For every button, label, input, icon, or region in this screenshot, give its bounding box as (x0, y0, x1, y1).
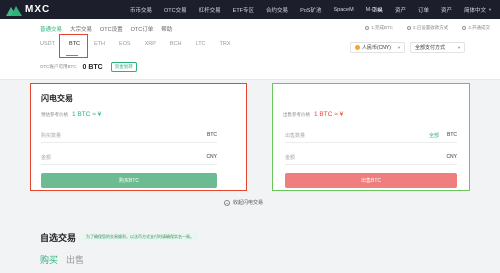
tab-help[interactable]: 帮助 (161, 25, 172, 33)
sell-all-button[interactable]: 全部 (429, 132, 439, 139)
nav-pos-pool[interactable]: PoS矿池 (300, 6, 321, 14)
buy-amount-unit: BTC (207, 132, 217, 138)
sell-total-unit: CNY (446, 154, 457, 160)
sell-panel: 出售参考价格 1 BTC ≈ ¥ 出售数量 全部 BTC 金额 CNY 出售BT… (272, 83, 470, 191)
nav-etf-zone[interactable]: ETF专区 (233, 6, 254, 14)
sell-price-value: 1 BTC ≈ ¥ (314, 111, 344, 118)
nav-account[interactable]: 资产 (441, 6, 452, 14)
tab-buy[interactable]: 购买 (40, 253, 58, 266)
buy-amount-input[interactable]: 购买数量 BTC (41, 128, 217, 143)
buy-amount-placeholder: 购买数量 (41, 132, 62, 139)
coin-tab-eos[interactable]: EOS (119, 41, 131, 47)
chevron-down-icon: ▼ (397, 45, 401, 50)
buy-total-unit: CNY (206, 154, 217, 160)
chevron-up-icon: ︿ (224, 199, 230, 206)
coin-tab-eth[interactable]: ETH (94, 41, 105, 47)
tab-otc-orders[interactable]: OTC订单 (131, 25, 154, 33)
nav-spot-trading[interactable]: 币币交易 (130, 6, 152, 14)
coin-tab-trx[interactable]: TRX (220, 41, 231, 47)
nav-futures-trading[interactable]: 合约交易 (266, 6, 288, 14)
mxc-logo-icon (6, 4, 22, 16)
circle-icon (406, 26, 411, 30)
logo-text: MXC (25, 4, 51, 15)
currency-select[interactable]: 人民币(CNY) ▼ (350, 42, 405, 53)
currency-value: 人民币(CNY) (362, 45, 391, 51)
logo[interactable]: MXC (6, 4, 130, 16)
buy-total-input[interactable]: 金额 CNY (41, 150, 217, 165)
buy-price-label: 预估参考价格 (41, 112, 68, 117)
step-2: 2.已设置收款方式 (406, 25, 448, 31)
buy-total-placeholder: 金额 (41, 154, 52, 161)
otc-balance: OTC账户可用BTC 0 BTC 资金划转 (40, 62, 137, 72)
nav-margin-trading[interactable]: 杠杆交易 (199, 6, 221, 14)
trade-mode-tabs: 普通交易 大宗交易 OTC设置 OTC订单 帮助 (40, 25, 180, 33)
collapse-flash-trade-link[interactable]: ︿ 收起闪电交易 (224, 199, 263, 206)
otc-balance-label: OTC账户可用BTC (40, 64, 77, 69)
otc-header: 普通交易 大宗交易 OTC设置 OTC订单 帮助 1.完成BTC 2.已设置收款… (0, 19, 500, 80)
buy-sell-tabs: 购买 出售 (40, 253, 92, 266)
sell-price-row: 出售参考价格 1 BTC ≈ ¥ (283, 111, 343, 118)
cny-flag-icon (355, 45, 360, 50)
circle-icon (365, 26, 370, 30)
nav-otc-trading[interactable]: OTC交易 (164, 6, 187, 14)
verification-steps: 1.完成BTC 2.已设置收款方式 3.开通成交 (351, 25, 490, 31)
flash-trade-title: 闪电交易 (41, 94, 73, 103)
sell-btc-button[interactable]: 出售BTC (285, 173, 457, 188)
language-label: 简体中文 (464, 7, 487, 14)
coin-tab-ltc[interactable]: LTC (196, 41, 206, 47)
buy-btc-button[interactable]: 购买BTC (41, 173, 217, 188)
buy-panel: 闪电交易 预估参考价格 1 BTC ≈ ¥ 购买数量 BTC 金额 CNY 购买… (30, 83, 247, 191)
tab-bulk-trading[interactable]: 大宗交易 (70, 25, 92, 33)
nav-spacem[interactable]: SpaceM (333, 7, 353, 13)
chevron-down-icon: ▼ (457, 45, 461, 50)
buy-price-value: 1 BTC ≈ ¥ (72, 111, 102, 118)
payment-method-select[interactable]: 全部支付方式 ▼ (410, 42, 465, 53)
nav-assets[interactable]: 资产 (395, 6, 406, 14)
sell-price-label: 出售参考价格 (283, 112, 310, 117)
tab-otc-settings[interactable]: OTC设置 (100, 25, 123, 33)
payment-value: 全部支付方式 (415, 45, 446, 51)
collapse-label: 收起闪电交易 (233, 200, 264, 206)
self-select-title: 自选交易 (40, 233, 77, 243)
tab-sell[interactable]: 出售 (66, 253, 84, 266)
coin-tab-bch[interactable]: BCH (170, 41, 182, 47)
selected-coin-underline (66, 55, 78, 56)
sell-amount-input[interactable]: 出售数量 全部 BTC (285, 128, 457, 143)
coin-tab-usdt[interactable]: USDT (40, 41, 55, 47)
nav-orders[interactable]: 订单 (418, 6, 429, 14)
sell-amount-placeholder: 出售数量 (285, 132, 306, 139)
circle-icon (462, 26, 467, 30)
transfer-funds-button[interactable]: 资金划转 (110, 62, 137, 72)
language-selector[interactable]: 简体中文 ▼ (464, 6, 492, 14)
step-3: 3.开通成交 (462, 25, 490, 31)
tab-normal-trading[interactable]: 普通交易 (40, 25, 62, 33)
otc-balance-value: 0 BTC (82, 63, 103, 71)
chevron-down-icon: ▼ (488, 7, 492, 12)
sell-total-placeholder: 金额 (285, 154, 296, 161)
coin-tab-xrp[interactable]: XRP (145, 41, 156, 47)
sell-total-input[interactable]: 金额 CNY (285, 150, 457, 165)
self-select-tip: 为了确保您的交易顺利，以法币方式支付时请确保实名一致。 (82, 233, 198, 241)
step-1: 1.完成BTC (365, 25, 393, 31)
sell-amount-unit: BTC (447, 132, 457, 138)
nav-tools[interactable]: 工具 (372, 6, 383, 14)
top-navigation: MXC 币币交易 OTC交易 杠杆交易 ETF专区 合约交易 PoS矿池 Spa… (0, 0, 500, 19)
buy-price-row: 预估参考价格 1 BTC ≈ ¥ (41, 111, 101, 118)
